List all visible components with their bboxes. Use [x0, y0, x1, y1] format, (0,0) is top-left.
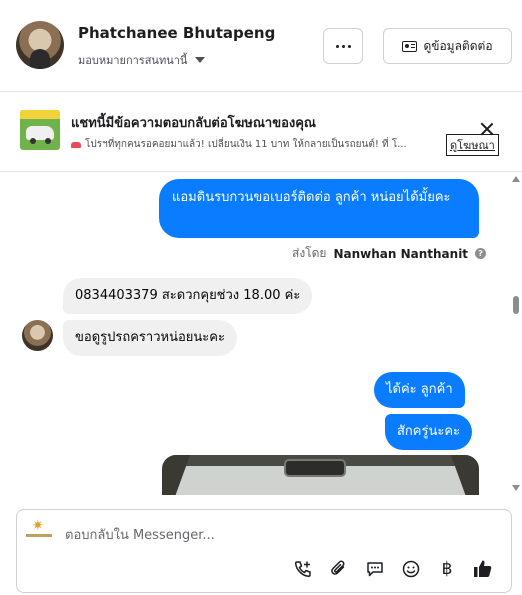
ad-banner-title: แชทนี้มีข้อความตอบกลับต่อโฆษณาของคุณ	[71, 116, 316, 131]
view-ad-link[interactable]: ดูโฆษณา	[446, 134, 499, 156]
caret-down-icon	[195, 57, 206, 63]
car-emoji-icon	[71, 141, 81, 148]
page-logo: ✷	[26, 519, 52, 539]
more-icon	[335, 44, 351, 48]
outgoing-message[interactable]: สักครู่นะคะ	[385, 414, 473, 450]
view-contact-info-button[interactable]: ดูข้อมูลติดต่อ	[383, 28, 512, 64]
scroll-down-arrow-icon[interactable]	[512, 485, 520, 491]
more-options-button[interactable]	[323, 28, 363, 64]
sent-by-prefix: ส่งโดย	[292, 246, 327, 260]
contact-info-label: ดูข้อมูลติดต่อ	[423, 38, 493, 53]
chat-scrollbar[interactable]	[510, 172, 522, 495]
incoming-message[interactable]: 0834403379 สะดวกคุยช่วง 18.00 ค่ะ	[63, 278, 313, 314]
outgoing-message[interactable]: ได้ค่ะ ลูกค้า	[374, 372, 465, 408]
close-icon[interactable]	[480, 122, 494, 136]
reply-input[interactable]: ตอบกลับใน Messenger...	[65, 524, 215, 545]
ad-reply-banner: แชทนี้มีข้อความตอบกลับต่อโฆษณาของคุณ โปร…	[0, 92, 522, 172]
contact-name[interactable]: Phatchanee Bhutapeng	[78, 24, 275, 42]
assign-label: มอบหมายการสนทนานี้	[78, 54, 188, 67]
incoming-message[interactable]: ขอดูรูปรถคราวหน่อยนะคะ	[63, 320, 237, 356]
saved-replies-icon[interactable]	[357, 556, 393, 582]
like-icon[interactable]	[465, 556, 501, 582]
help-icon[interactable]: ?	[475, 248, 487, 259]
ad-description: โปรฯที่ทุกคนรอคอยมาแล้ว! เปลี่ยนเงิน 11 …	[71, 137, 445, 152]
scroll-up-arrow-icon[interactable]	[512, 176, 520, 182]
conversation-header: Phatchanee Bhutapeng มอบหมายการสนทนานี้ …	[0, 0, 522, 92]
payment-icon[interactable]: ฿	[429, 556, 465, 582]
outgoing-photo[interactable]	[162, 455, 479, 495]
assign-conversation-dropdown[interactable]: มอบหมายการสนทนานี้	[78, 51, 206, 69]
contact-avatar[interactable]	[16, 21, 64, 69]
ad-thumbnail[interactable]	[20, 110, 60, 150]
ad-description-text: โปรฯที่ทุกคนรอคอยมาแล้ว! เปลี่ยนเงิน 11 …	[85, 139, 407, 150]
composer-toolbar: ฿	[285, 556, 501, 582]
sender-avatar	[22, 320, 53, 351]
outgoing-message[interactable]: แอมดินรบกวนขอเบอร์ติดต่อ ลูกค้า หน่อยได้…	[159, 179, 479, 238]
sent-by-label: ส่งโดย Nanwhan Nanthanit ?	[292, 244, 487, 263]
scrollbar-thumb[interactable]	[513, 296, 519, 314]
reply-composer: ✷ ตอบกลับใน Messenger... ฿	[16, 509, 512, 593]
message-list[interactable]: แอมดินรบกวนขอเบอร์ติดต่อ ลูกค้า หน่อยได้…	[0, 172, 510, 495]
baht-glyph: ฿	[441, 559, 453, 579]
emoji-icon[interactable]	[393, 556, 429, 582]
attach-icon[interactable]	[321, 556, 357, 582]
call-add-icon[interactable]	[285, 556, 321, 582]
sender-name: Nanwhan Nanthanit	[333, 246, 469, 261]
contact-card-icon	[402, 40, 418, 52]
